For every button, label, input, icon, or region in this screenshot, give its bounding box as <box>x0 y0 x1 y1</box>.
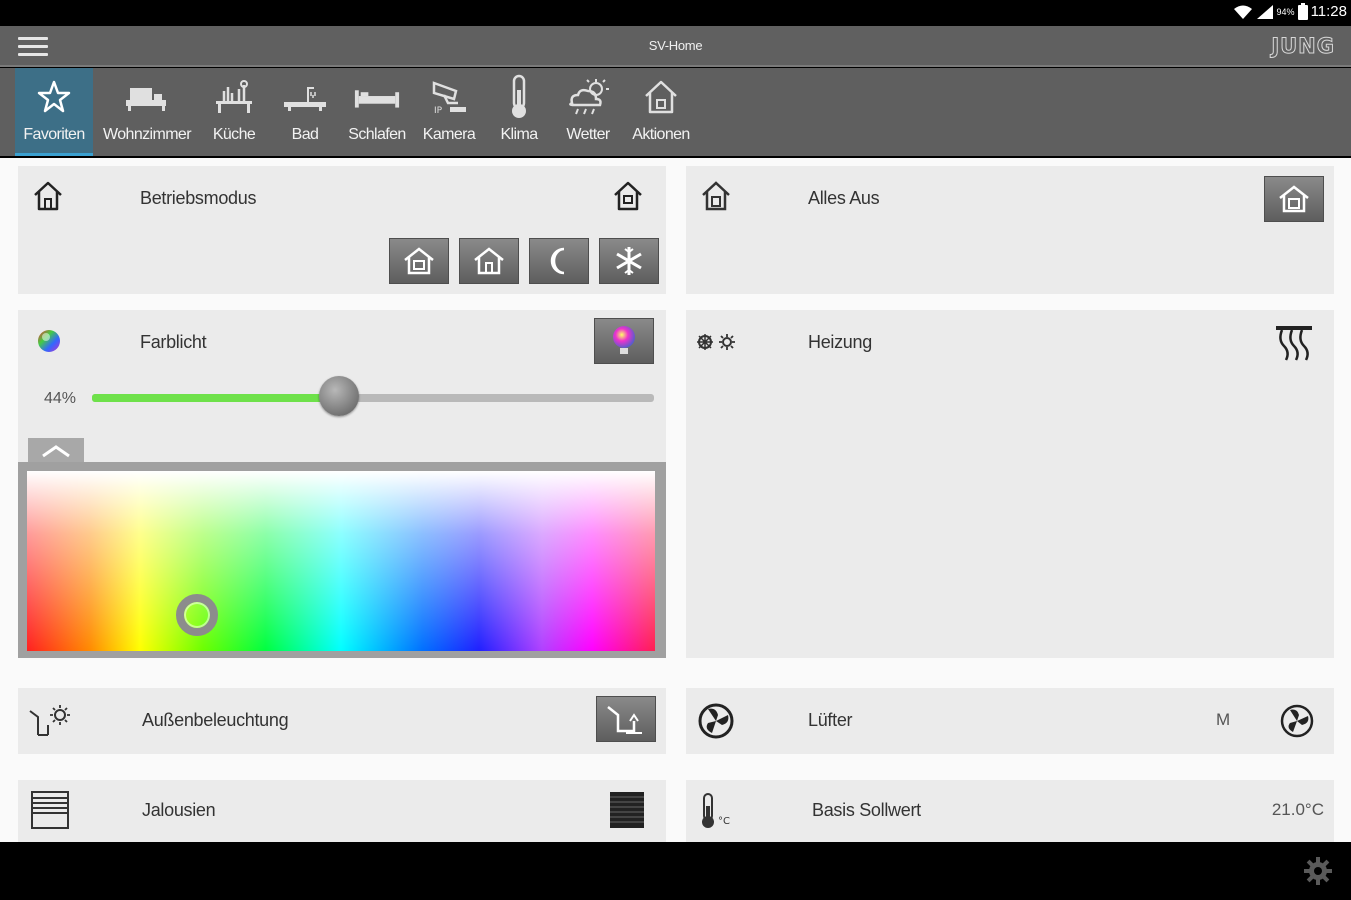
color-picker-area[interactable] <box>27 471 655 651</box>
dimmer-slider[interactable] <box>92 376 654 416</box>
heat-cool-icon <box>697 334 735 350</box>
luefter-label: Lüfter <box>808 710 853 730</box>
house-status-icon <box>614 181 642 211</box>
house-comfort-icon <box>404 247 434 275</box>
tab-aktionen[interactable]: Aktionen <box>626 68 696 156</box>
luefter-speed-value: M <box>1216 710 1231 729</box>
color-sphere-icon <box>38 330 60 352</box>
tab-bad[interactable]: Bad <box>272 68 338 156</box>
color-picker-frame <box>18 462 666 658</box>
basis-sollwert-label: Basis Sollwert <box>812 800 921 820</box>
app-screen: 94% 11:28 SV-Home JUNG Favoriten Wohnzim… <box>0 0 1351 900</box>
dimmer-slider-fill <box>92 394 340 402</box>
basis-sollwert-value: 21.0°C <box>1271 800 1324 819</box>
house-standby-icon <box>474 247 504 275</box>
thermometer-celsius-icon: °C <box>702 793 730 828</box>
mode-frost-button[interactable] <box>599 238 659 284</box>
card-alles-aus: Alles Aus <box>686 166 1334 294</box>
thermometer-icon <box>512 74 526 118</box>
house-off-icon <box>702 181 730 211</box>
dim-value-text: 44% <box>44 390 77 407</box>
aussenbeleuchtung-label: Außenbeleuchtung <box>142 710 289 730</box>
farblicht-label: Farblicht <box>140 332 207 352</box>
favorites-dashboard: Betriebsmodus Alles Aus Farblicht 44% He… <box>0 158 1351 842</box>
battery-icon <box>1297 3 1308 20</box>
moon-night-icon <box>550 247 565 275</box>
alles-aus-button[interactable] <box>1264 176 1324 222</box>
fan-icon <box>698 703 734 739</box>
app-bar: SV-Home JUNG <box>0 26 1351 67</box>
outdoor-light-icon <box>607 706 642 734</box>
bottom-bar <box>0 842 1351 900</box>
cell-signal-icon <box>1256 4 1273 19</box>
sofa-icon <box>126 88 166 111</box>
clock: 11:28 <box>1310 3 1347 20</box>
wifi-icon <box>1233 5 1252 19</box>
house-icon <box>645 80 677 114</box>
tab-kueche[interactable]: Küche <box>202 68 266 156</box>
tab-wohnzimmer[interactable]: Wohnzimmer <box>96 68 198 156</box>
jalousien-label: Jalousien <box>142 800 216 820</box>
brand-logo: JUNG <box>1271 34 1335 59</box>
svg-text:°C: °C <box>718 816 730 827</box>
svg-text:IP: IP <box>434 106 443 116</box>
tab-wetter[interactable]: Wetter <box>558 68 618 156</box>
snowflake-frost-icon <box>616 247 642 275</box>
battery-percent: 94% <box>1276 6 1295 17</box>
blinds-closed-icon[interactable] <box>608 790 646 830</box>
room-tab-bar: Favoriten Wohnzimmer Küche Bad Schlafen … <box>0 68 1351 156</box>
status-bar: 94% 11:28 <box>0 0 1351 26</box>
tab-favoriten[interactable]: Favoriten <box>15 68 93 156</box>
radiator-icon[interactable] <box>1274 322 1314 362</box>
dimmer-slider-thumb[interactable] <box>319 376 360 416</box>
outdoor-light-icon <box>29 705 70 736</box>
card-heizung: Heizung <box>686 310 1334 658</box>
fan-icon[interactable] <box>1280 704 1314 738</box>
mode-comfort-button[interactable] <box>389 238 449 284</box>
bed-icon <box>354 90 400 108</box>
mode-standby-button[interactable] <box>459 238 519 284</box>
house-off-icon <box>1279 185 1309 213</box>
farblicht-toggle-button[interactable] <box>594 318 654 364</box>
card-luefter: Lüfter M <box>686 688 1334 754</box>
gear-icon[interactable] <box>1303 856 1333 886</box>
tab-kamera[interactable]: IP Kamera <box>416 68 482 156</box>
mode-night-button[interactable] <box>529 238 589 284</box>
star-icon <box>37 80 71 113</box>
betriebsmodus-label: Betriebsmodus <box>140 188 257 208</box>
aussenbeleuchtung-button[interactable] <box>596 696 656 742</box>
card-betriebsmodus: Betriebsmodus <box>18 166 666 294</box>
color-bulb-icon <box>613 326 635 354</box>
heizung-label: Heizung <box>808 332 872 352</box>
blinds-icon <box>31 791 69 829</box>
ip-camera-icon: IP <box>432 81 466 116</box>
tab-klima[interactable]: Klima <box>494 68 544 156</box>
bathtub-icon <box>284 87 326 111</box>
weather-icon <box>569 79 609 115</box>
color-picker-handle[interactable] <box>175 594 218 636</box>
kitchen-icon <box>216 80 252 113</box>
card-basis-sollwert: °C Basis Sollwert 21.0°C <box>686 780 1334 842</box>
collapse-picker-button[interactable] <box>28 438 84 464</box>
house-icon <box>34 181 62 211</box>
card-aussenbeleuchtung: Außenbeleuchtung <box>18 688 666 754</box>
app-title: SV-Home <box>648 38 703 53</box>
alles-aus-label: Alles Aus <box>808 188 880 208</box>
tab-schlafen[interactable]: Schlafen <box>342 68 412 156</box>
card-jalousien: Jalousien <box>18 780 666 842</box>
chevron-up-icon <box>42 445 70 458</box>
